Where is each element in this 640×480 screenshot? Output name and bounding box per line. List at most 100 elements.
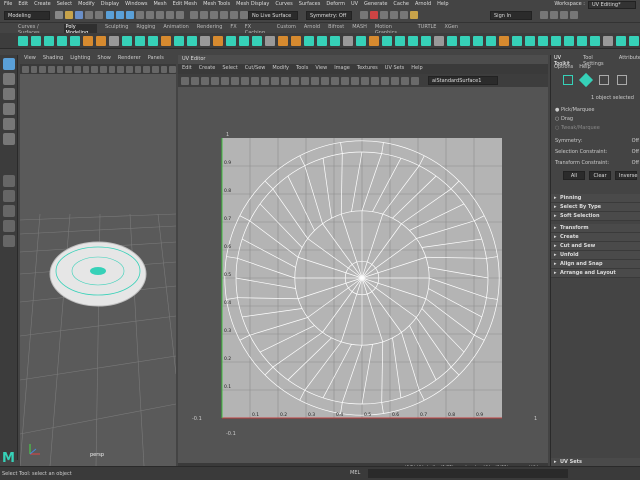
viewport-tool-icon[interactable]: [65, 65, 73, 73]
viewport-tool-icon[interactable]: [74, 65, 81, 73]
viewport-menu-show[interactable]: Show: [97, 55, 111, 64]
move-tool-icon[interactable]: [2, 103, 15, 115]
shelf-tool-icon[interactable]: [83, 35, 93, 46]
selection-constraint-value[interactable]: Off: [632, 149, 639, 155]
shelf-tool-icon[interactable]: [629, 35, 639, 46]
symmetry-dropdown[interactable]: Symmetry: Off: [306, 11, 352, 20]
menu-surfaces[interactable]: Surfaces: [299, 1, 321, 7]
section-cut-and-sew[interactable]: ▸ Cut and Sew: [551, 242, 640, 251]
shelf-tool-icon[interactable]: [226, 35, 236, 46]
arnold-render-icon[interactable]: [410, 11, 418, 19]
tab-uv-toolkit[interactable]: UV Toolkit: [554, 55, 577, 67]
snap-surface-icon[interactable]: [230, 11, 238, 19]
shelf-tool-icon[interactable]: [265, 35, 275, 46]
uv-tool-icon[interactable]: [271, 76, 279, 85]
shelf-tool-icon[interactable]: [18, 35, 28, 46]
shelf-tool-icon[interactable]: [109, 35, 119, 46]
viewport-tool-icon[interactable]: [30, 65, 38, 73]
viewport-tool-icon[interactable]: [152, 65, 159, 73]
viewport-tool-icon[interactable]: [134, 65, 142, 73]
menu-mesh-tools[interactable]: Mesh Tools: [203, 1, 230, 7]
snap-point-icon[interactable]: [210, 11, 218, 19]
shelf-tool-icon[interactable]: [538, 35, 548, 46]
lasso-tool-icon[interactable]: [2, 73, 15, 85]
shelf-tool-icon[interactable]: [213, 35, 223, 46]
uv-tool-icon[interactable]: [391, 76, 399, 85]
viewport-menu-view[interactable]: View: [24, 55, 36, 64]
shelf-tool-icon[interactable]: [96, 35, 106, 46]
shelf-tool-icon[interactable]: [200, 35, 210, 46]
toolkit-menu-help[interactable]: Help: [579, 64, 590, 70]
shelf-tab[interactable]: Animation: [163, 24, 189, 33]
viewport-tool-icon[interactable]: [160, 65, 168, 73]
modeling-toolkit-icon[interactable]: [540, 11, 548, 19]
viewport-tool-icon[interactable]: [126, 65, 133, 73]
select-hierarchy-icon[interactable]: [106, 11, 114, 19]
shelf-tool-icon[interactable]: [434, 35, 444, 46]
menu-mesh[interactable]: Mesh: [153, 1, 166, 7]
uv-tool-icon[interactable]: [181, 76, 189, 85]
side-by-side-layout-icon[interactable]: [2, 220, 15, 232]
shelf-tool-icon[interactable]: [57, 35, 67, 46]
edge-mode-icon[interactable]: [578, 72, 594, 88]
shelf-tool-icon[interactable]: [577, 35, 587, 46]
uv-tool-icon[interactable]: [211, 76, 219, 85]
shelf-tab[interactable]: TURTLE: [418, 24, 437, 33]
uv-tool-icon[interactable]: [261, 76, 269, 85]
menu-edit-mesh[interactable]: Edit Mesh: [173, 1, 197, 7]
shelf-tool-icon[interactable]: [122, 35, 132, 46]
uv-tool-icon[interactable]: [311, 76, 319, 85]
tab-tool-settings[interactable]: Tool Settings: [583, 55, 613, 67]
history-icon[interactable]: [360, 11, 368, 19]
shelf-tool-icon[interactable]: [616, 35, 626, 46]
shelf-tool-icon[interactable]: [382, 35, 392, 46]
viewport-tool-icon[interactable]: [117, 65, 125, 73]
menu-curves[interactable]: Curves: [275, 1, 292, 7]
viewport-tool-icon[interactable]: [56, 65, 64, 73]
channel-box-icon[interactable]: [570, 11, 578, 19]
shelf-tab[interactable]: XGen: [444, 24, 458, 33]
uv-menu-select[interactable]: Select: [222, 65, 237, 74]
render-settings-icon[interactable]: [390, 11, 398, 19]
uv-menu-cut-sew[interactable]: Cut/Sew: [245, 65, 266, 74]
sign-in-button[interactable]: Sign In: [490, 11, 532, 20]
shelf-tool-icon[interactable]: [31, 35, 41, 46]
shelf-tool-icon[interactable]: [499, 35, 509, 46]
render-frame-icon[interactable]: [370, 11, 378, 19]
select-component-icon[interactable]: [126, 11, 134, 19]
inverse-selection-button[interactable]: Inverse: [615, 171, 637, 180]
menu-mesh-display[interactable]: Mesh Display: [236, 1, 269, 7]
shelf-tab[interactable]: Bifrost: [328, 24, 344, 33]
hypershade-icon[interactable]: [400, 11, 408, 19]
uv-menu-uv-sets[interactable]: UV Sets: [385, 65, 405, 74]
uv-tool-icon[interactable]: [231, 76, 239, 85]
section-create[interactable]: ▸ Create: [551, 233, 640, 242]
menu-file[interactable]: File: [4, 1, 12, 7]
single-view-layout-icon[interactable]: [2, 190, 15, 202]
shelf-tab[interactable]: Rendering: [197, 24, 223, 33]
uv-tool-icon[interactable]: [331, 76, 339, 85]
shelf-tab[interactable]: Arnold: [304, 24, 320, 33]
uv-tool-icon[interactable]: [221, 76, 229, 85]
section-pinning[interactable]: ▸ Pinning: [551, 194, 640, 203]
shelf-tool-icon[interactable]: [317, 35, 327, 46]
mode-dropdown[interactable]: Modeling: [4, 11, 50, 20]
tool-settings-icon[interactable]: [560, 11, 568, 19]
section-arrange-and-layout[interactable]: ▸ Arrange and Layout: [551, 269, 640, 278]
ipr-icon[interactable]: [380, 11, 388, 19]
viewport-menu-shading[interactable]: Shading: [43, 55, 63, 64]
select-all-button[interactable]: All: [563, 171, 585, 180]
uv-mode-icon[interactable]: [617, 75, 627, 85]
select-tool-icon[interactable]: [2, 58, 15, 70]
menu-cache[interactable]: Cache: [393, 1, 409, 7]
shelf-tool-icon[interactable]: [590, 35, 600, 46]
open-scene-icon[interactable]: [65, 11, 73, 19]
shelf-tool-icon[interactable]: [44, 35, 54, 46]
shelf-tool-icon[interactable]: [408, 35, 418, 46]
uv-canvas[interactable]: 0.1 0.2 0.3 0.4 0.5 0.6 0.7 0.8 0.9 0.9 0.8 0.7 0.6…: [178, 87, 548, 463]
face-mode-icon[interactable]: [599, 75, 609, 85]
shelf-tab[interactable]: MASH: [352, 24, 367, 33]
shelf-tool-icon[interactable]: [447, 35, 457, 46]
select-object-icon[interactable]: [116, 11, 124, 19]
snap-curve-icon[interactable]: [200, 11, 208, 19]
